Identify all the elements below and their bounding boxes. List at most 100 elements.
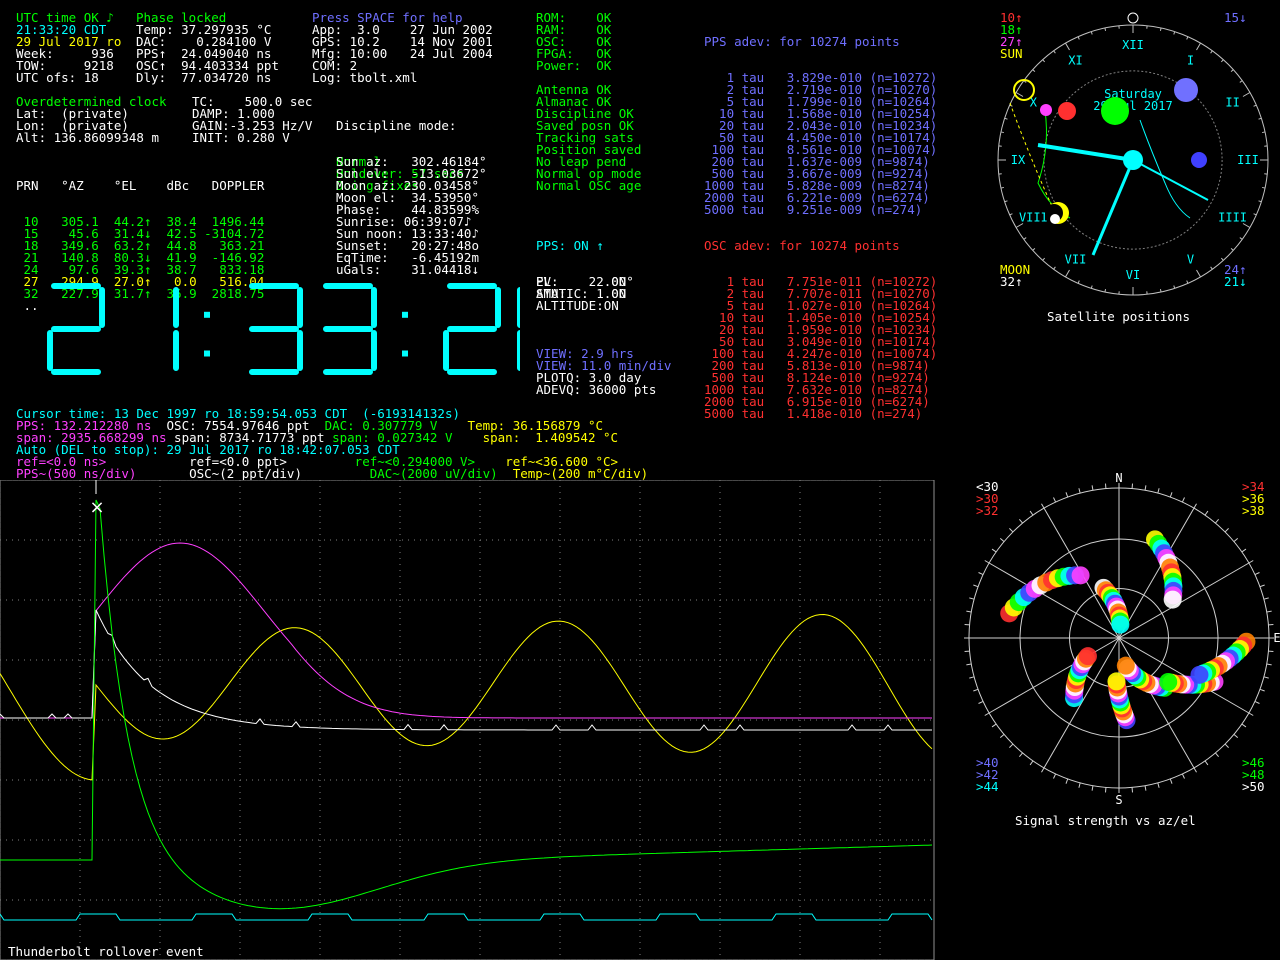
- satmap-tick: [1159, 27, 1162, 31]
- big-digital-clock: [47, 283, 520, 375]
- sigmap-tick: [1263, 597, 1269, 600]
- sigmap-tick: [1204, 510, 1209, 516]
- servo-params-block: TC: 500.0 sec DAMP: 1.000 GAIN:-3.253 Hz/V…: [192, 95, 312, 145]
- main-plot-area[interactable]: ×: [0, 480, 962, 960]
- satmap-numeral: VI: [1126, 268, 1140, 282]
- satmap-north-marker: [1127, 12, 1139, 24]
- hw-line-4: Power: OK: [536, 58, 612, 73]
- signal-strength-map[interactable]: NESW: [962, 462, 1280, 822]
- satmap-tick: [1173, 285, 1176, 289]
- sigmap-spoke: [1118, 507, 1195, 639]
- plot-pps-trace: [0, 542, 932, 719]
- satmap-hour-hand: [1037, 143, 1134, 162]
- sigmap-spoke: [988, 637, 1120, 714]
- help-line-5: Log: tbolt.xml: [312, 70, 418, 85]
- satmap-tick: [1009, 213, 1013, 216]
- sigmap-tick: [984, 560, 990, 564]
- osc-adev-row-11: 5000 tau 1.418e-010 (n=274): [704, 406, 923, 421]
- status-line-5: UTC ofs: 18: [16, 70, 99, 85]
- satmap-tick: [1173, 31, 1176, 35]
- sigmap-tick: [984, 712, 990, 716]
- satmap-tick: [1065, 269, 1070, 278]
- el-amu-line-1: AMU: 1.00: [536, 286, 627, 301]
- sigmap-signal-mark: [1111, 615, 1130, 634]
- sigmap-signal-mark: [1190, 665, 1209, 684]
- satmap-tick: [1253, 104, 1257, 107]
- clock-digit-6: [443, 283, 501, 375]
- sigmap-tick: [1018, 518, 1023, 524]
- sigmap-tick: [1169, 778, 1173, 784]
- sigmap-spoke: [1118, 637, 1195, 769]
- sigmap-legend-tr-item-2: >38: [1242, 503, 1265, 518]
- satmap-numeral: XII: [1122, 38, 1144, 52]
- view-settings-block: VIEW: 2.9 hrs VIEW: 11.0 min/div PLOTQ: 3.…: [536, 347, 671, 397]
- plot-temperature-trace: [0, 613, 933, 781]
- view-line-3: ADEVQ: 36000 pts: [536, 382, 657, 397]
- receiver-health-block: Antenna OK Almanac OK Discipline OK Saved p…: [536, 83, 641, 192]
- satmap-tick: [1077, 280, 1080, 284]
- clock-line-3: Alt: 136.86099348 m: [16, 130, 159, 145]
- satmap-satellite: [1174, 78, 1198, 102]
- satmap-legend-bl-item-1: 32↑: [1000, 274, 1023, 289]
- satmap-tick: [1230, 69, 1234, 73]
- osc-adev-title: OSC adev: for 10274 points: [704, 238, 900, 253]
- cursor-readout-block: PPS: 132.212280 ns OSC: 7554.97646 ppt D…: [16, 419, 648, 480]
- satmap-tick: [1242, 92, 1251, 97]
- satmap-tick: [1042, 59, 1046, 63]
- satmap-tick: [1104, 289, 1107, 293]
- clock-digit-4: [323, 283, 377, 375]
- sigmap-tick: [1224, 528, 1229, 533]
- satmap-legend-br: 24↑ 21↓: [1224, 263, 1247, 289]
- satmap-tick: [1210, 266, 1213, 270]
- satmap-legend-br-item-1: 21↓: [1224, 274, 1247, 289]
- satmap-tick: [1239, 80, 1243, 83]
- satmap-legend-tr: 15↓: [1224, 10, 1247, 25]
- satmap-tick: [1042, 257, 1046, 261]
- signal-strength-caption: Signal strength vs az/el: [1015, 813, 1196, 828]
- satmap-tick: [1196, 269, 1201, 278]
- satmap-tick: [1077, 36, 1080, 40]
- sigmap-legend-tl: <30 >30 >32: [976, 480, 999, 518]
- pps-adev-row-11: 5000 tau 9.251e-009 (n=274): [704, 202, 923, 217]
- clock-colon-dot: [402, 350, 408, 357]
- sigmap-spoke: [1118, 562, 1250, 639]
- satmap-numeral: VII: [1065, 253, 1087, 267]
- satmap-legend-tr-item-0: 15↓: [1224, 10, 1247, 25]
- discipline-label: Discipline mode:: [336, 118, 457, 133]
- satmap-numeral: II: [1225, 96, 1239, 110]
- sigmap-tick: [1041, 767, 1045, 773]
- clock-digit-0: [47, 283, 105, 375]
- osc-adev-table: OSC adev: for 10274 points 1 tau 7.751e-…: [704, 216, 937, 432]
- sigmap-compass-e: E: [1273, 631, 1280, 645]
- sigmap-tick: [1091, 485, 1094, 491]
- sigmap-tick: [1144, 485, 1147, 491]
- servo-line-3: INIT: 0.280 V: [192, 130, 290, 145]
- sigmap-tick: [1078, 488, 1081, 494]
- sigmap-tick: [973, 688, 979, 692]
- sigmap-tick: [1078, 782, 1081, 788]
- sigmap-tick: [1266, 663, 1272, 666]
- sigmap-legend-tl-item-2: >32: [976, 503, 999, 518]
- satmap-tick: [1253, 213, 1257, 216]
- moon-marker: [1050, 214, 1060, 224]
- sigmap-tick: [999, 734, 1005, 739]
- satmap-tick: [1032, 69, 1036, 73]
- sigmap-tick: [1193, 767, 1197, 773]
- satmap-numeral: XI: [1068, 53, 1082, 67]
- satmap-satellite: [1040, 104, 1052, 116]
- sigmap-tick: [1254, 572, 1260, 576]
- sigmap-tick: [1091, 785, 1094, 791]
- clock-position-block: Overdetermined clock Lat: (private) Lon: (…: [16, 95, 167, 145]
- sigmap-tick: [1018, 752, 1023, 758]
- sigmap-tick: [1204, 760, 1209, 766]
- satmap-tick: [1104, 27, 1107, 31]
- phase-status-block: Phase locked Temp: 37.297935 °C DAC: 0.284…: [136, 11, 279, 84]
- sigmap-tick: [1233, 734, 1239, 739]
- sigmap-tick: [1215, 752, 1220, 758]
- satmap-satellite: [1123, 150, 1143, 170]
- satmap-tick: [1004, 200, 1008, 203]
- sigmap-tick: [1065, 778, 1069, 784]
- utc-status-block: UTC time OK ♪ 21:33:20 CDT 29 Jul 2017 ro W…: [16, 11, 121, 85]
- sigmap-tick: [1248, 560, 1254, 564]
- sigmap-tick: [1241, 723, 1247, 728]
